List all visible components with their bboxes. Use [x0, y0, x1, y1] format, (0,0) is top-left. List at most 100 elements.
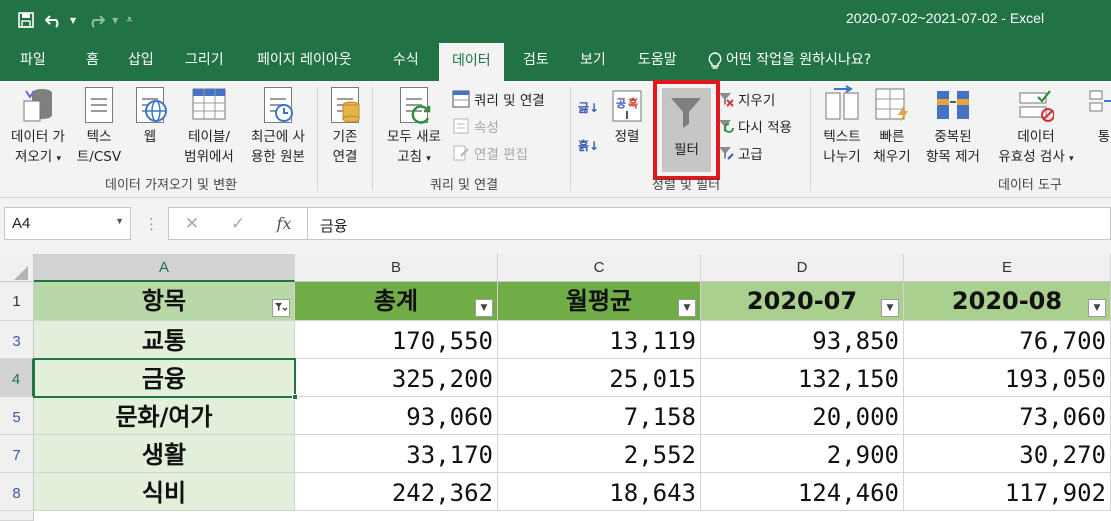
cell-total[interactable]: 93,060	[295, 397, 498, 435]
reapply-button[interactable]: 다시 적용	[718, 114, 792, 138]
from-text-csv-button[interactable]: 텍스 트/CSV	[74, 85, 124, 167]
from-web-button[interactable]: 웹	[128, 85, 172, 147]
cell-total[interactable]: 325,200	[295, 359, 498, 397]
cell-item[interactable]: 교통	[34, 321, 295, 359]
save-icon[interactable]	[14, 8, 38, 32]
flash-fill-button[interactable]: 빠른 채우기	[868, 85, 916, 167]
column-header-c[interactable]: C	[498, 254, 701, 282]
header-cell-monthly-avg[interactable]: 월평균 ▼	[498, 282, 701, 321]
tab-review[interactable]: 검토	[523, 40, 549, 81]
data-validation-button[interactable]: 데이터 유효성 검사 ▾	[990, 85, 1082, 169]
tell-me-search[interactable]: 어떤 작업을 원하시나요?	[708, 40, 871, 81]
cell-2020-07[interactable]: 124,460	[701, 473, 904, 511]
queries-connections-button[interactable]: 쿼리 및 연결	[452, 87, 545, 111]
cell-item[interactable]: 생활	[34, 435, 295, 473]
cell-total[interactable]: 242,362	[295, 473, 498, 511]
tab-view[interactable]: 보기	[580, 40, 606, 81]
header-cell-2020-08[interactable]: 2020-08 ▼	[904, 282, 1111, 321]
cell-2020-08[interactable]: 73,060	[904, 397, 1111, 435]
column-header-e[interactable]: E	[904, 254, 1111, 282]
tab-data[interactable]: 데이터	[439, 43, 504, 81]
filter-dropdown-icon[interactable]: ▼	[1088, 299, 1106, 317]
formula-input[interactable]: 금융	[308, 207, 1111, 240]
cell-monthly-avg[interactable]: 25,015	[498, 359, 701, 397]
insert-function-icon[interactable]: fx	[261, 214, 307, 233]
column-header-a[interactable]: A	[34, 254, 295, 282]
cancel-icon[interactable]: ✕	[169, 214, 215, 234]
window-title: 2020-07-02~2021-07-02 - Excel	[846, 10, 1045, 26]
filter-applied-icon[interactable]	[272, 299, 290, 317]
tab-insert[interactable]: 삽입	[128, 40, 154, 81]
cell-2020-07[interactable]: 20,000	[701, 397, 904, 435]
formula-bar: A4 ▼ ⋮ ✕ ✓ fx 금융	[0, 198, 1111, 254]
select-all-button[interactable]	[0, 254, 34, 282]
get-data-button[interactable]: 데이터 가 져오기 ▾	[4, 85, 72, 169]
remove-duplicates-button[interactable]: 중복된 항목 제거	[918, 85, 988, 167]
text-to-columns-button[interactable]: 텍스트 나누기	[814, 85, 870, 167]
header-cell-2020-07[interactable]: 2020-07 ▼	[701, 282, 904, 321]
undo-icon[interactable]	[42, 8, 66, 32]
row-header[interactable]: 5	[0, 397, 34, 435]
cell-item[interactable]: 문화/여가	[34, 397, 295, 435]
fill-handle[interactable]	[292, 394, 298, 400]
existing-connections-button[interactable]: 기존 연결	[322, 85, 368, 167]
sort-button[interactable]: 공흑 정렬	[604, 85, 650, 147]
column-header-d[interactable]: D	[701, 254, 904, 282]
cell-total[interactable]: 33,170	[295, 435, 498, 473]
column-header-b[interactable]: B	[295, 254, 498, 282]
row-header[interactable]: 3	[0, 321, 34, 359]
clear-filter-button[interactable]: 지우기	[718, 87, 775, 111]
redo-dropdown-icon[interactable]: ▼	[112, 16, 118, 25]
tab-formulas[interactable]: 수식	[393, 40, 419, 81]
name-box[interactable]: A4 ▼	[4, 207, 131, 240]
edit-links-button[interactable]: 연결 편집	[452, 141, 528, 165]
sort-ascending-button[interactable]: 긇↓	[578, 95, 599, 119]
advanced-filter-button[interactable]: 고급	[718, 141, 763, 165]
svg-text:공: 공	[616, 97, 626, 110]
cell-2020-08[interactable]: 117,902	[904, 473, 1111, 511]
from-table-range-button[interactable]: 테이블/ 범위에서	[176, 85, 242, 167]
redo-icon[interactable]	[84, 8, 108, 32]
cell-monthly-avg[interactable]: 2,552	[498, 435, 701, 473]
cell-item[interactable]: 식비	[34, 473, 295, 511]
formula-bar-grip-icon[interactable]: ⋮	[144, 215, 159, 233]
name-box-dropdown-icon[interactable]: ▼	[115, 216, 124, 226]
cell-2020-07[interactable]: 2,900	[701, 435, 904, 473]
row-header[interactable]: 8	[0, 473, 34, 511]
cell-total[interactable]: 170,550	[295, 321, 498, 359]
row-header[interactable]: 4	[0, 359, 34, 397]
enter-icon[interactable]: ✓	[215, 214, 261, 234]
properties-button[interactable]: 속성	[452, 114, 499, 138]
consolidate-button[interactable]: 통	[1084, 85, 1111, 147]
cell-monthly-avg[interactable]: 13,119	[498, 321, 701, 359]
tab-help[interactable]: 도움말	[638, 40, 677, 81]
row-header[interactable]: 7	[0, 435, 34, 473]
tab-page-layout[interactable]: 페이지 레이아웃	[257, 40, 352, 81]
refresh-all-button[interactable]: 모두 새로 고침 ▾	[378, 85, 450, 169]
undo-dropdown-icon[interactable]: ▼	[70, 16, 76, 25]
cell-2020-08[interactable]: 76,700	[904, 321, 1111, 359]
filter-dropdown-icon[interactable]: ▼	[881, 299, 899, 317]
tab-draw[interactable]: 그리기	[185, 40, 224, 81]
filter-dropdown-icon[interactable]: ▼	[475, 299, 493, 317]
customize-qat-icon[interactable]: ⩡	[126, 13, 132, 27]
header-cell-total[interactable]: 총계 ▼	[295, 282, 498, 321]
tab-home[interactable]: 홈	[86, 40, 99, 81]
cell-2020-08[interactable]: 193,050	[904, 359, 1111, 397]
lightbulb-icon	[708, 51, 722, 69]
recent-sources-button[interactable]: 최근에 사 용한 원본	[244, 85, 312, 167]
header-cell-item[interactable]: 항목	[34, 282, 295, 321]
tab-file[interactable]: 파일	[20, 40, 46, 81]
cell-2020-07[interactable]: 132,150	[701, 359, 904, 397]
filter-button[interactable]: 필터	[662, 88, 711, 172]
sort-descending-button[interactable]: 흙↓	[578, 133, 599, 157]
cell-monthly-avg[interactable]: 7,158	[498, 397, 701, 435]
row-header[interactable]	[0, 511, 34, 521]
cell-2020-07[interactable]: 93,850	[701, 321, 904, 359]
row-header[interactable]: 1	[0, 282, 34, 321]
cell-2020-08[interactable]: 30,270	[904, 435, 1111, 473]
table-icon	[191, 85, 227, 125]
header-label: 항목	[141, 287, 187, 315]
filter-dropdown-icon[interactable]: ▼	[678, 299, 696, 317]
cell-monthly-avg[interactable]: 18,643	[498, 473, 701, 511]
